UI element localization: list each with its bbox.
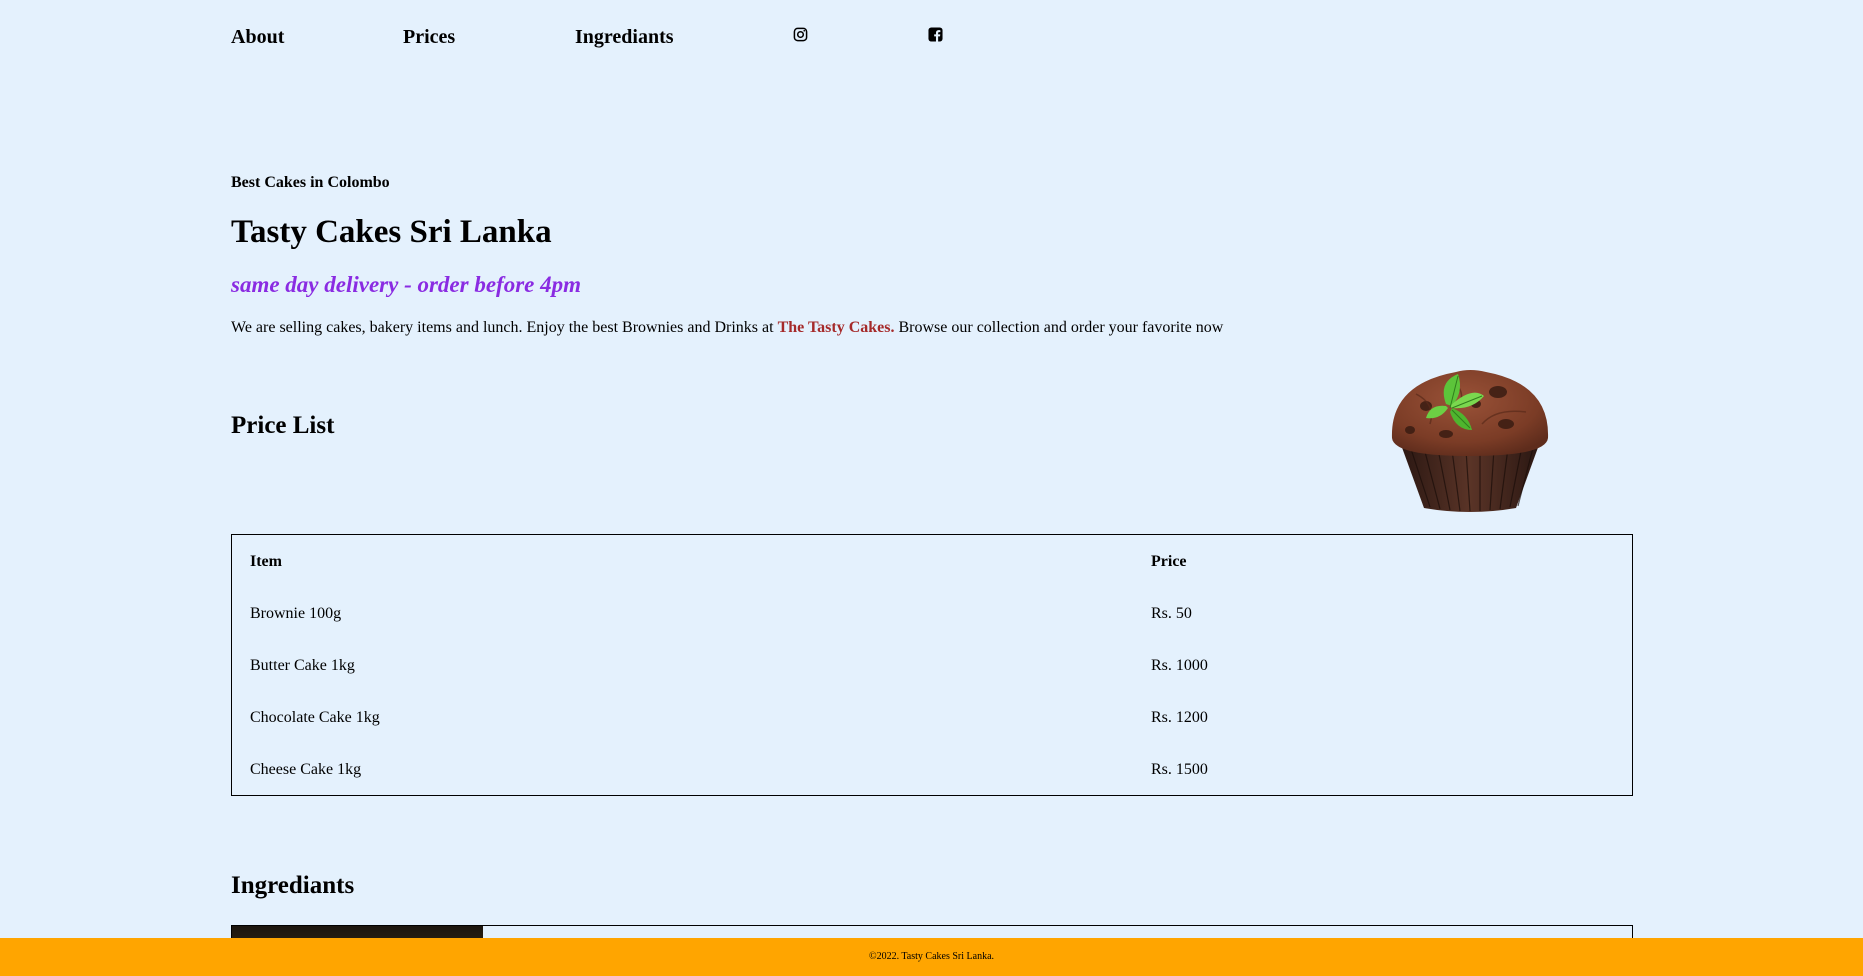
facebook-icon[interactable] (928, 27, 943, 42)
item-price: Rs. 1500 (1151, 761, 1208, 778)
item-name: Butter Cake 1kg (250, 657, 355, 674)
table-row: Brownie 100g Rs. 50 (232, 605, 1632, 657)
page-title: Tasty Cakes Sri Lanka (231, 214, 552, 250)
item-price: Rs. 50 (1151, 605, 1192, 622)
table-row: Cheese Cake 1kg Rs. 1500 (232, 761, 1632, 813)
intro-text-end: Browse our collection and order your fav… (894, 319, 1224, 336)
nav-prices-link[interactable]: Prices (403, 26, 455, 49)
nav-ingredients-link[interactable]: Ingrediants (575, 26, 674, 49)
item-name: Cheese Cake 1kg (250, 761, 362, 778)
ingredients-heading: Ingrediants (231, 872, 355, 899)
brand-name: The Tasty Cakes. (777, 319, 895, 336)
column-header-item: Item (250, 553, 282, 570)
table-row: Chocolate Cake 1kg Rs. 1200 (232, 709, 1632, 761)
column-header-price: Price (1151, 553, 1187, 570)
item-price: Rs. 1000 (1151, 657, 1208, 674)
page: About Prices Ingrediants Best Cakes in C… (0, 0, 1863, 976)
delivery-notice: same day delivery - order before 4pm (231, 272, 582, 297)
nav-about-link[interactable]: About (231, 26, 284, 49)
muffin-image (1386, 364, 1554, 514)
item-price: Rs. 1200 (1151, 709, 1208, 726)
table-header-row: Item Price (232, 553, 1632, 605)
intro-paragraph: We are selling cakes, bakery items and l… (231, 319, 1223, 337)
footer-copyright: ©2022. Tasty Cakes Sri Lanka. (868, 951, 995, 962)
item-name: Brownie 100g (250, 605, 342, 622)
hero-tagline: Best Cakes in Colombo (231, 174, 390, 191)
instagram-icon[interactable] (793, 27, 808, 42)
price-list-heading: Price List (231, 412, 335, 439)
intro-text-start: We are selling cakes, bakery items and l… (231, 319, 778, 336)
price-table: Item Price Brownie 100g Rs. 50 Butter Ca… (231, 534, 1633, 796)
table-row: Butter Cake 1kg Rs. 1000 (232, 657, 1632, 709)
footer: ©2022. Tasty Cakes Sri Lanka. (0, 938, 1863, 976)
item-name: Chocolate Cake 1kg (250, 709, 380, 726)
